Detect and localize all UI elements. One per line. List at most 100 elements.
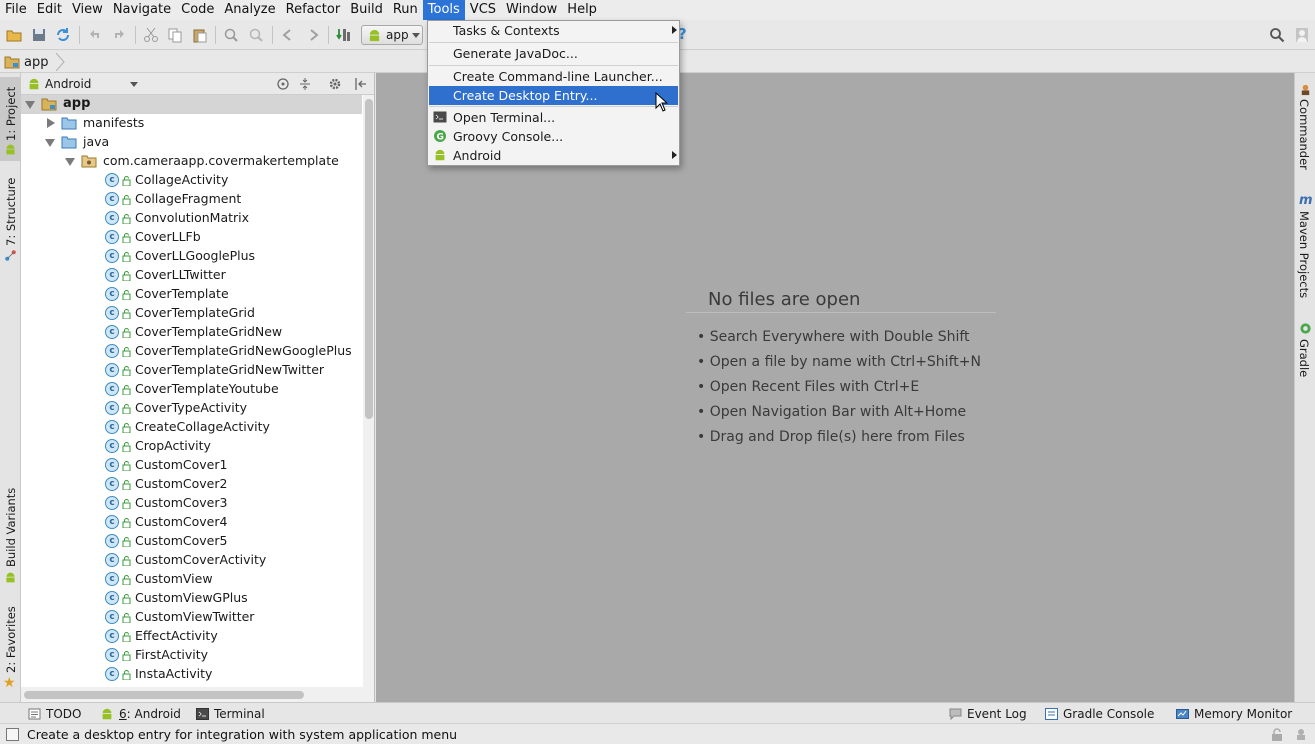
tree-row-class[interactable]: c InstaActivity — [21, 665, 362, 684]
tree-node-java[interactable]: java — [21, 133, 362, 152]
tree-row-class[interactable]: c CoverTemplate — [21, 285, 362, 304]
tab-structure[interactable]: 7: Structure — [0, 173, 21, 265]
make-project-icon[interactable] — [336, 27, 352, 43]
tree-row-class[interactable]: c CoverTemplateGridNewGooglePlus — [21, 342, 362, 361]
scrollbar-thumb[interactable] — [365, 99, 373, 419]
tree-row-class[interactable]: c CustomCover4 — [21, 513, 362, 532]
tree-row-class[interactable]: c CoverLLFb — [21, 228, 362, 247]
tree-node-app[interactable]: app — [21, 95, 362, 114]
hide-panel-icon[interactable] — [354, 77, 368, 91]
collapse-all-icon[interactable] — [298, 77, 312, 91]
tree-row-class[interactable]: c CoverLLTwitter — [21, 266, 362, 285]
menu-item-open-terminal[interactable]: Open Terminal... — [429, 108, 678, 127]
tree-row-class[interactable]: c CoverTemplateGrid — [21, 304, 362, 323]
menu-window[interactable]: Window — [501, 0, 562, 20]
tab-todo[interactable]: TODO — [28, 706, 81, 722]
gear-icon[interactable] — [328, 77, 342, 91]
redo-icon[interactable] — [111, 27, 127, 43]
tree-row-class[interactable]: c CustomCover5 — [21, 532, 362, 551]
tree-row-class[interactable]: c ConvolutionMatrix — [21, 209, 362, 228]
menu-item-create-desktop-entry[interactable]: Create Desktop Entry... — [429, 86, 678, 105]
tab-project[interactable]: 1: Project — [0, 77, 21, 161]
tree-row-class[interactable]: c CoverLLGooglePlus — [21, 247, 362, 266]
tree-row-class[interactable]: c CoverTemplateGridNewTwitter — [21, 361, 362, 380]
forward-icon[interactable] — [305, 27, 321, 43]
tab-favorites[interactable]: 2: Favorites ★ — [0, 601, 21, 693]
scrollbar-thumb[interactable] — [24, 691, 304, 699]
menu-vcs[interactable]: VCS — [465, 0, 501, 20]
menu-item-groovy-console[interactable]: G Groovy Console... — [429, 127, 678, 146]
tree-row-class[interactable]: c CustomViewGPlus — [21, 589, 362, 608]
tree-row-class[interactable]: c CollageFragment — [21, 190, 362, 209]
save-icon[interactable] — [31, 27, 47, 43]
breadcrumb[interactable]: app — [4, 53, 58, 71]
tree-row-class[interactable]: c CoverTypeActivity — [21, 399, 362, 418]
sync-icon[interactable] — [55, 27, 71, 43]
menu-build[interactable]: Build — [345, 0, 388, 20]
horizontal-scrollbar[interactable] — [21, 687, 374, 702]
menu-item-android[interactable]: Android — [429, 146, 678, 165]
menu-analyze[interactable]: Analyze — [219, 0, 280, 20]
run-configuration-select[interactable]: app — [361, 25, 423, 45]
tab-build-variants[interactable]: Build Variants — [0, 481, 21, 587]
menu-item-generate-javadoc[interactable]: Generate JavaDoc... — [429, 44, 678, 63]
tab-gradle-console[interactable]: Gradle Console — [1045, 706, 1154, 722]
tree-row-class[interactable]: c FirstActivity — [21, 646, 362, 665]
menu-file[interactable]: File — [0, 0, 32, 20]
tab-commander[interactable]: Commander — [1295, 81, 1315, 177]
menu-item-create-cli-launcher[interactable]: Create Command-line Launcher... — [429, 67, 678, 86]
tree-row-class[interactable]: c EffectActivity — [21, 627, 362, 646]
search-everywhere-icon[interactable] — [1269, 27, 1285, 43]
tab-maven-projects[interactable]: m Maven Projects — [1295, 193, 1315, 303]
breadcrumb-app[interactable]: app — [24, 55, 48, 70]
tree-node-manifests[interactable]: manifests — [21, 114, 362, 133]
tree-row-class[interactable]: c CropActivity — [21, 437, 362, 456]
tree-row-class[interactable]: c CreateCollageActivity — [21, 418, 362, 437]
tree-row-class[interactable]: c CustomCover3 — [21, 494, 362, 513]
replace-icon[interactable] — [248, 27, 264, 43]
tree-row-class[interactable]: c CoverTemplateGridNew — [21, 323, 362, 342]
tab-terminal[interactable]: Terminal — [196, 706, 265, 722]
menu-navigate[interactable]: Navigate — [108, 0, 176, 20]
lock-icon[interactable] — [1271, 728, 1283, 741]
tree-node-package[interactable]: com.cameraapp.covermakertemplate — [21, 152, 362, 171]
menu-run[interactable]: Run — [388, 0, 423, 20]
undo-icon[interactable] — [87, 27, 103, 43]
expand-arrow-icon[interactable] — [45, 139, 55, 147]
hector-inspector-icon[interactable] — [1294, 727, 1308, 741]
tab-memory-monitor[interactable]: Memory Monitor — [1176, 706, 1292, 722]
tree-row-class[interactable]: c CoverTemplateYoutube — [21, 380, 362, 399]
tree-row-class[interactable]: c CollageActivity — [21, 171, 362, 190]
menu-edit[interactable]: Edit — [32, 0, 67, 20]
vertical-scrollbar[interactable] — [363, 95, 374, 687]
tree-row-class[interactable]: c CustomViewTwitter — [21, 608, 362, 627]
folder-icon — [61, 117, 77, 130]
menu-code[interactable]: Code — [176, 0, 219, 20]
android-icon — [29, 78, 39, 90]
menu-view[interactable]: View — [67, 0, 108, 20]
expand-arrow-icon[interactable] — [25, 101, 35, 109]
tree-row-class[interactable]: c CustomCover2 — [21, 475, 362, 494]
paste-icon[interactable] — [192, 27, 208, 43]
tree-row-class[interactable]: c CustomCover1 — [21, 456, 362, 475]
find-icon[interactable] — [223, 27, 239, 43]
tab-event-log[interactable]: Event Log — [949, 706, 1027, 722]
menu-item-tasks-contexts[interactable]: Tasks & Contexts — [429, 21, 678, 40]
expand-arrow-icon[interactable] — [65, 158, 75, 166]
tab-android[interactable]: 6 : Android — [100, 706, 181, 722]
menu-help[interactable]: Help — [562, 0, 602, 20]
open-folder-icon[interactable] — [6, 27, 22, 43]
menu-refactor[interactable]: Refactor — [281, 0, 346, 20]
menu-tools[interactable]: Tools — [422, 0, 465, 20]
tree-row-class[interactable]: c CustomView — [21, 570, 362, 589]
project-view-select[interactable]: Android — [27, 75, 138, 93]
scroll-from-source-icon[interactable] — [276, 77, 290, 91]
cut-icon[interactable] — [143, 27, 159, 43]
user-icon[interactable] — [1294, 27, 1310, 43]
toggle-tool-buttons-icon[interactable] — [6, 728, 19, 741]
tree-row-class[interactable]: c CustomCoverActivity — [21, 551, 362, 570]
back-icon[interactable] — [280, 27, 296, 43]
tab-gradle[interactable]: Gradle — [1295, 321, 1315, 381]
copy-icon[interactable] — [167, 27, 183, 43]
collapse-arrow-icon[interactable] — [47, 118, 55, 128]
